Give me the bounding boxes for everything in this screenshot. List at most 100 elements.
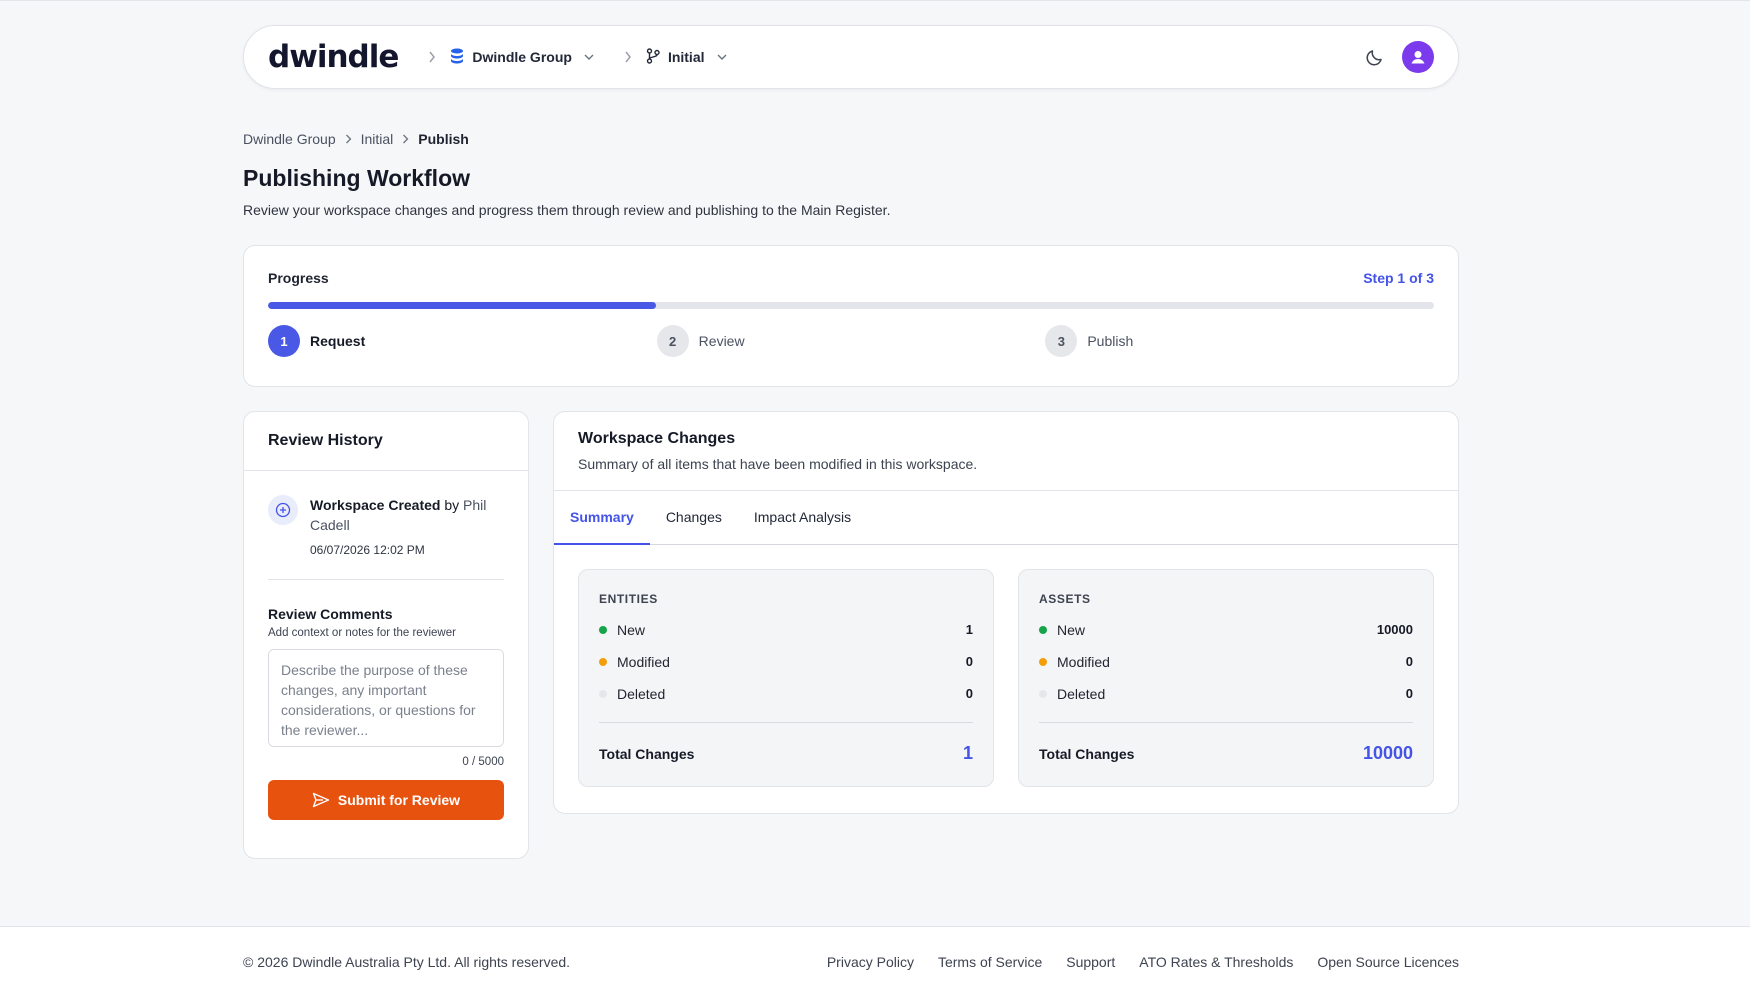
submit-button-label: Submit for Review — [337, 792, 461, 808]
step-number: 2 — [656, 325, 689, 357]
tab-summary[interactable]: Summary — [554, 491, 650, 545]
stat-row-deleted: Deleted 0 — [599, 685, 973, 702]
total-row: Total Changes 10000 — [1039, 743, 1413, 764]
step-number: 3 — [1045, 325, 1078, 357]
plus-circle-icon — [268, 495, 298, 525]
summary-panel: ENTITIES New 1 Modified 0 Deleted 0 Tota… — [554, 545, 1458, 811]
page-subtitle: Review your workspace changes and progre… — [243, 202, 891, 218]
history-entry-text: Workspace Created by Phil Cadell — [310, 495, 504, 535]
stat-label: Modified — [1057, 653, 1110, 670]
chevron-right-icon — [402, 134, 409, 144]
history-by-word: by — [444, 497, 460, 513]
deleted-status-dot — [1039, 689, 1047, 698]
step-number: 1 — [268, 325, 300, 357]
breadcrumb: Dwindle Group Initial Publish — [243, 131, 469, 147]
stat-value: 10000 — [1376, 622, 1413, 637]
chevron-down-icon — [717, 54, 727, 60]
dark-mode-icon[interactable] — [1366, 48, 1384, 66]
entities-title: ENTITIES — [599, 592, 658, 606]
stat-row-deleted: Deleted 0 — [1039, 685, 1413, 702]
char-count: 0 / 5000 — [462, 756, 504, 768]
footer-link-terms[interactable]: Terms of Service — [938, 954, 1042, 970]
modified-status-dot — [599, 657, 607, 666]
step-indicator: Step 1 of 3 — [1363, 270, 1434, 286]
stat-value: 0 — [1405, 654, 1413, 669]
total-label: Total Changes — [1039, 745, 1135, 762]
divider — [1039, 722, 1413, 723]
footer-link-licences[interactable]: Open Source Licences — [1317, 954, 1459, 970]
stat-value: 0 — [1405, 686, 1413, 701]
progress-card: Progress Step 1 of 3 1 Request 2 Review … — [243, 245, 1459, 387]
step-review[interactable]: 2 Review — [656, 325, 1046, 357]
modified-status-dot — [1039, 657, 1047, 666]
progress-label: Progress — [268, 270, 329, 286]
step-request[interactable]: 1 Request — [268, 325, 657, 357]
org-selector[interactable]: Dwindle Group — [450, 48, 594, 67]
review-history-title: Review History — [244, 412, 528, 471]
step-label: Request — [310, 333, 366, 349]
git-branch-icon — [646, 47, 660, 67]
chevron-right-icon — [428, 51, 436, 63]
total-value: 1 — [962, 743, 973, 763]
footer-link-privacy[interactable]: Privacy Policy — [827, 954, 914, 970]
branch-selector[interactable]: Initial — [646, 47, 727, 67]
total-label: Total Changes — [599, 745, 695, 762]
submit-for-review-button[interactable]: Submit for Review — [268, 780, 504, 820]
workspace-changes-card: Workspace Changes Summary of all items t… — [553, 411, 1459, 814]
user-avatar-icon[interactable] — [1402, 41, 1434, 73]
stat-label: New — [1057, 621, 1086, 638]
review-comments-hint: Add context or notes for the reviewer — [268, 627, 456, 639]
stat-row-modified: Modified 0 — [1039, 653, 1413, 670]
stat-value: 1 — [965, 622, 973, 637]
total-row: Total Changes 1 — [599, 743, 973, 764]
tab-changes[interactable]: Changes — [650, 491, 738, 545]
tab-bar: Summary Changes Impact Analysis — [554, 491, 1458, 545]
stat-label: New — [617, 621, 646, 638]
review-history-card: Review History Workspace Created by Phil… — [243, 411, 529, 859]
assets-summary: ASSETS New 10000 Modified 0 Deleted 0 To… — [1018, 569, 1434, 787]
dwindle-logo[interactable]: dwindle — [268, 39, 399, 75]
new-status-dot — [1039, 625, 1047, 634]
stat-label: Deleted — [1057, 685, 1106, 702]
send-icon — [312, 792, 330, 808]
workspace-changes-title: Workspace Changes — [578, 430, 736, 447]
footer-link-support[interactable]: Support — [1066, 954, 1115, 970]
footer-link-ato-rates[interactable]: ATO Rates & Thresholds — [1139, 954, 1293, 970]
chevron-down-icon — [584, 54, 594, 60]
stat-row-new: New 10000 — [1039, 621, 1413, 638]
workspace-changes-subtitle: Summary of all items that have been modi… — [578, 456, 978, 472]
history-event: Workspace Created — [310, 497, 441, 513]
footer: © 2026 Dwindle Australia Pty Ltd. All ri… — [0, 926, 1750, 996]
step-label: Review — [698, 333, 745, 349]
database-icon — [450, 48, 464, 67]
progress-bar — [268, 302, 1434, 309]
page-title: Publishing Workflow — [243, 165, 471, 191]
stat-value: 0 — [965, 686, 973, 701]
breadcrumb-org-link[interactable]: Dwindle Group — [243, 131, 336, 147]
review-comments-input[interactable] — [268, 649, 504, 747]
top-navbar: dwindle Dwindle Group Initial — [243, 25, 1459, 89]
review-comments-section: Review Comments Add context or notes for… — [244, 606, 528, 820]
stat-row-new: New 1 — [599, 621, 973, 638]
review-comments-title: Review Comments — [268, 606, 393, 622]
divider — [268, 579, 504, 580]
breadcrumb-branch-link[interactable]: Initial — [361, 131, 394, 147]
stat-row-modified: Modified 0 — [599, 653, 973, 670]
footer-links: Privacy Policy Terms of Service Support … — [827, 954, 1459, 970]
stat-value: 0 — [965, 654, 973, 669]
divider — [599, 722, 973, 723]
step-publish[interactable]: 3 Publish — [1045, 325, 1434, 357]
tab-impact-analysis[interactable]: Impact Analysis — [738, 491, 867, 545]
footer-copyright: © 2026 Dwindle Australia Pty Ltd. All ri… — [243, 954, 571, 970]
stat-label: Deleted — [617, 685, 666, 702]
org-selector-label: Dwindle Group — [472, 49, 572, 65]
chevron-right-icon — [345, 134, 352, 144]
step-label: Publish — [1087, 333, 1134, 349]
step-list: 1 Request 2 Review 3 Publish — [268, 325, 1434, 357]
entities-summary: ENTITIES New 1 Modified 0 Deleted 0 Tota… — [578, 569, 994, 787]
top-border — [0, 0, 1750, 1]
breadcrumb-current: Publish — [418, 131, 469, 147]
branch-selector-label: Initial — [667, 49, 705, 65]
stat-label: Modified — [617, 653, 670, 670]
new-status-dot — [599, 625, 607, 634]
